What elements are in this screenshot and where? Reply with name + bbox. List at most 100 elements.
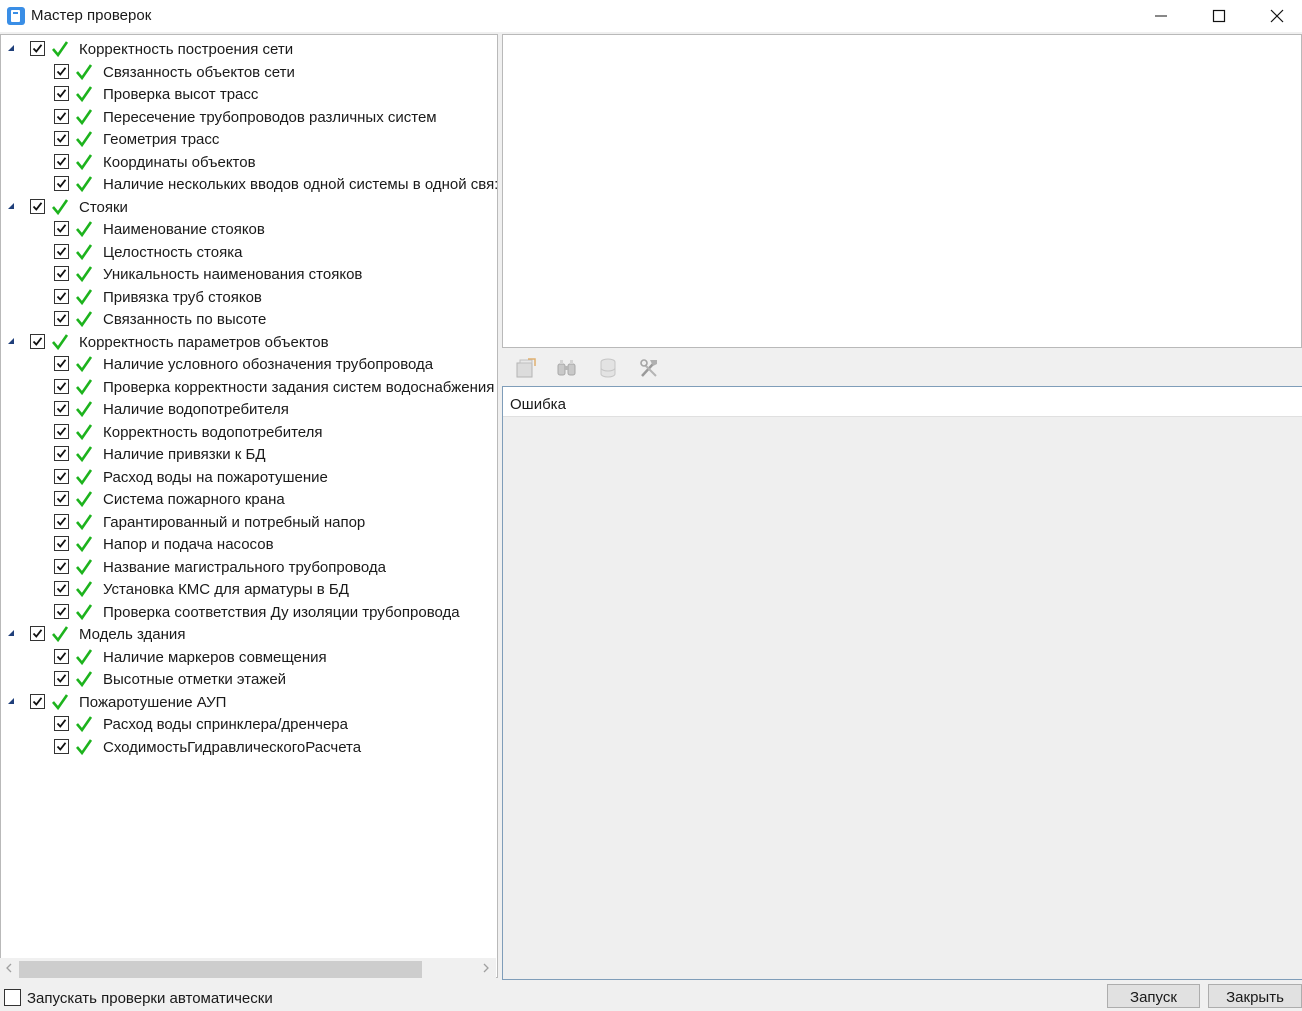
tree-item[interactable]: Проверка корректности задания систем вод… (1, 376, 497, 398)
check-checkbox[interactable] (54, 401, 69, 416)
maximize-button[interactable] (1190, 0, 1248, 32)
tree-group[interactable]: Модель здания (1, 623, 497, 645)
tree-item[interactable]: Гарантированный и потребный напор (1, 511, 497, 533)
tree-item[interactable]: Наличие водопотребителя (1, 398, 497, 420)
check-checkbox[interactable] (54, 288, 69, 304)
checkmark-icon (56, 66, 67, 76)
tree-group[interactable]: Пожаротушение АУП (1, 691, 497, 713)
tree-item-label: Связанность по высоте (103, 311, 267, 328)
tree-item[interactable]: Установка КМС для арматуры в БД (1, 578, 497, 600)
checkmark-icon (56, 89, 67, 98)
checks-tree[interactable]: Корректность построения сети Связанность … (0, 34, 498, 978)
expand-arrow-icon[interactable] (7, 44, 15, 52)
check-checkbox[interactable] (54, 378, 69, 394)
tools-icon[interactable] (637, 356, 661, 380)
tree-item-label: СходимостьГидравлическогоРасчета (103, 738, 362, 756)
column-header-error[interactable]: Ошибка (503, 387, 1302, 417)
check-checkbox[interactable] (54, 176, 69, 191)
scrollbar-thumb[interactable] (19, 961, 422, 978)
tree-item[interactable]: Геометрия трасс (1, 128, 497, 150)
check-checkbox[interactable] (30, 693, 45, 709)
expand-arrow-icon[interactable] (7, 697, 15, 705)
scroll-left-icon[interactable] (3, 962, 15, 974)
auto-run-checkbox[interactable] (4, 989, 21, 1006)
check-checkbox[interactable] (54, 558, 69, 574)
tree-item[interactable]: СходимостьГидравлическогоРасчета (1, 736, 497, 758)
tree-item[interactable]: Название магистрального трубопровода (1, 556, 497, 578)
expand-arrow-icon[interactable] (7, 337, 15, 345)
check-checkbox[interactable] (54, 738, 69, 754)
close-window-button[interactable] (1248, 0, 1302, 32)
status-ok-icon (76, 716, 93, 733)
tree-item-label: Проверка соответствия Ду изоляции трубоп… (103, 603, 460, 621)
tree-horizontal-scrollbar[interactable] (0, 958, 496, 978)
database-icon[interactable] (596, 356, 620, 380)
export-icon[interactable] (514, 356, 538, 380)
status-ok-icon (76, 468, 93, 485)
check-checkbox[interactable] (54, 131, 69, 146)
scroll-right-icon[interactable] (480, 962, 492, 974)
check-checkbox[interactable] (54, 423, 69, 439)
tree-item[interactable]: Целостность стояка (1, 241, 497, 263)
check-checkbox[interactable] (54, 356, 69, 371)
check-checkbox[interactable] (54, 108, 69, 124)
tree-item[interactable]: Проверка соответствия Ду изоляции трубоп… (1, 601, 497, 623)
tree-item-label: Высотные отметки этажей (103, 671, 287, 688)
check-checkbox[interactable] (54, 311, 69, 326)
tree-item[interactable]: Связанность объектов сети (1, 61, 497, 83)
tree-item[interactable]: Уникальность наименования стояков (1, 263, 497, 285)
tree-item-label: Название магистрального трубопровода (103, 558, 386, 576)
tree-group[interactable]: Корректность построения сети (1, 38, 497, 60)
status-ok-icon (76, 423, 93, 440)
minimize-button[interactable] (1132, 0, 1190, 32)
tree-item[interactable]: Расход воды на пожаротушение (1, 466, 497, 488)
check-checkbox[interactable] (54, 63, 69, 79)
check-checkbox[interactable] (54, 536, 69, 551)
tree-item[interactable]: Наличие маркеров совмещения (1, 646, 497, 668)
checkmark-icon (56, 449, 67, 458)
check-checkbox[interactable] (54, 671, 69, 686)
tree-item[interactable]: Расход воды спринклера/дренчера (1, 713, 497, 735)
tree-group[interactable]: Стояки (1, 196, 497, 218)
check-checkbox[interactable] (54, 716, 69, 731)
tree-item[interactable]: Высотные отметки этажей (1, 668, 497, 690)
check-checkbox[interactable] (54, 468, 69, 484)
tree-item[interactable]: Наличие условного обозначения трубопрово… (1, 353, 497, 375)
check-checkbox[interactable] (54, 513, 69, 529)
tree-item[interactable]: Связанность по высоте (1, 308, 497, 330)
tree-item[interactable]: Координаты объектов (1, 151, 497, 173)
check-checkbox[interactable] (54, 243, 69, 259)
check-checkbox[interactable] (30, 41, 45, 56)
check-checkbox[interactable] (54, 86, 69, 101)
tree-item[interactable]: Наличие нескольких вводов одной системы … (1, 173, 497, 195)
tree-item[interactable]: Привязка труб стояков (1, 286, 497, 308)
tree-group[interactable]: Корректность параметров объектов (1, 331, 497, 353)
check-checkbox[interactable] (30, 333, 45, 349)
check-checkbox[interactable] (30, 198, 45, 214)
check-checkbox[interactable] (54, 221, 69, 236)
check-checkbox[interactable] (54, 603, 69, 619)
check-checkbox[interactable] (54, 153, 69, 169)
tree-item-label: Корректность параметров объектов (79, 333, 329, 351)
find-icon[interactable] (555, 356, 579, 380)
tree-item[interactable]: Система пожарного крана (1, 488, 497, 510)
close-button[interactable]: Закрыть (1208, 984, 1302, 1008)
check-checkbox[interactable] (54, 446, 69, 461)
tree-item[interactable]: Корректность водопотребителя (1, 421, 497, 443)
expand-arrow-icon[interactable] (7, 629, 15, 637)
tree-item[interactable]: Наличие привязки к БД (1, 443, 497, 465)
tree-item-label: Модель здания (79, 626, 186, 643)
tree-item[interactable]: Проверка высот трасс (1, 83, 497, 105)
check-checkbox[interactable] (54, 648, 69, 664)
run-button[interactable]: Запуск (1107, 984, 1200, 1008)
expand-arrow-icon[interactable] (7, 202, 15, 210)
check-checkbox[interactable] (30, 626, 45, 641)
check-checkbox[interactable] (54, 581, 69, 596)
check-checkbox[interactable] (54, 491, 69, 506)
tree-item[interactable]: Напор и подача насосов (1, 533, 497, 555)
results-grid[interactable]: Ошибка (502, 386, 1302, 980)
tree-item[interactable]: Наименование стояков (1, 218, 497, 240)
tree-item[interactable]: Пересечение трубопроводов различных сист… (1, 106, 497, 128)
check-checkbox[interactable] (54, 266, 69, 281)
status-ok-icon (52, 626, 69, 643)
